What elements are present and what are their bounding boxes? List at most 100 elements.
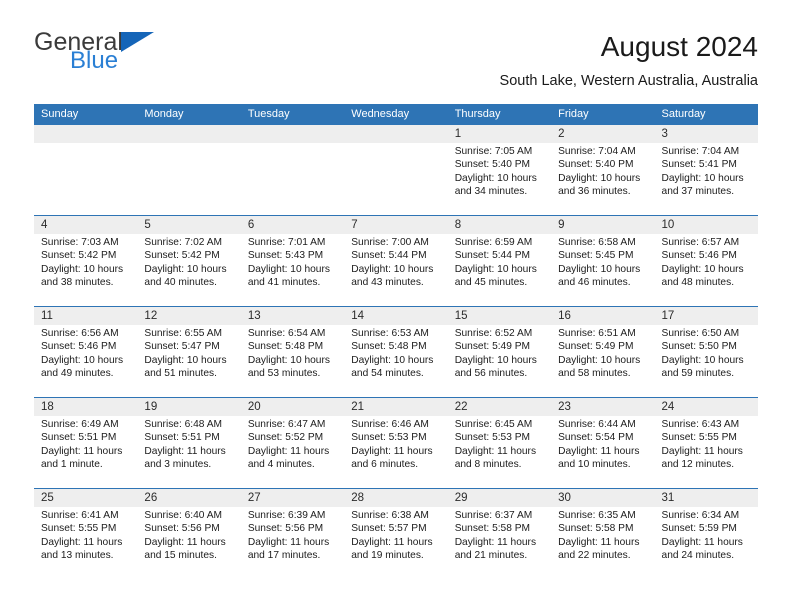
daylight-duration-line1: Daylight: 10 hours	[351, 354, 434, 366]
calendar-day-cell[interactable]: 3 Sunrise: 7:04 AM Sunset: 5:41 PM Daylight…	[655, 125, 758, 215]
calendar-day-cell[interactable]: 16 Sunrise: 6:51 AM Sunset: 5:49 PM Dayligh…	[551, 307, 654, 397]
day-details: Sunrise: 6:47 AM Sunset: 5:52 PM Daylight:…	[248, 418, 338, 472]
day-details: Sunrise: 6:54 AM Sunset: 5:48 PM Daylight:…	[248, 327, 338, 381]
sunset-time: Sunset: 5:40 PM	[454, 159, 531, 171]
weekday-header-saturday: Saturday	[661, 108, 706, 120]
calendar-day-cell[interactable]: 4 Sunrise: 7:03 AM Sunset: 5:42 PM Daylight…	[34, 216, 137, 306]
calendar-day-cell[interactable]: 24 Sunrise: 6:43 AM Sunset: 5:55 PM Dayligh…	[655, 398, 758, 488]
calendar-day-cell[interactable]: 9 Sunrise: 6:58 AM Sunset: 5:45 PM Daylight…	[551, 216, 654, 306]
calendar-week-row: 1 Sunrise: 7:05 AM Sunset: 5:40 PM Daylight…	[34, 125, 758, 215]
calendar-day-cell[interactable]: 17 Sunrise: 6:50 AM Sunset: 5:50 PM Dayligh…	[655, 307, 758, 397]
sunset-time: Sunset: 5:57 PM	[351, 523, 427, 535]
general-blue-logo[interactable]: General Blue	[34, 30, 234, 86]
daylight-duration-line1: Daylight: 10 hours	[558, 172, 641, 184]
day-details: Sunrise: 6:49 AM Sunset: 5:51 PM Daylight:…	[41, 418, 131, 472]
sunrise-time: Sunrise: 6:38 AM	[351, 510, 429, 521]
sunrise-time: Sunrise: 6:53 AM	[351, 328, 429, 339]
day-number: 23	[558, 401, 571, 413]
daylight-duration-line2: and 34 minutes.	[454, 186, 528, 198]
calendar-day-cell[interactable]: 14 Sunrise: 6:53 AM Sunset: 5:48 PM Dayligh…	[344, 307, 447, 397]
calendar-day-cell[interactable]: 13 Sunrise: 6:54 AM Sunset: 5:48 PM Dayligh…	[241, 307, 344, 397]
calendar-day-cell[interactable]: 25 Sunrise: 6:41 AM Sunset: 5:55 PM Dayligh…	[34, 489, 137, 581]
day-number: 8	[454, 219, 462, 231]
calendar-day-cell[interactable]: 2 Sunrise: 7:04 AM Sunset: 5:40 PM Daylight…	[551, 125, 654, 215]
calendar-day-cell[interactable]: 26 Sunrise: 6:40 AM Sunset: 5:56 PM Dayligh…	[137, 489, 240, 581]
day-number: 15	[454, 310, 468, 322]
calendar-day-cell[interactable]: 18 Sunrise: 6:49 AM Sunset: 5:51 PM Dayligh…	[34, 398, 137, 488]
calendar-day-cell[interactable]: 12 Sunrise: 6:55 AM Sunset: 5:47 PM Dayligh…	[137, 307, 240, 397]
day-details: Sunrise: 6:55 AM Sunset: 5:47 PM Daylight:…	[144, 327, 234, 381]
weekday-header-tuesday: Tuesday	[247, 108, 290, 120]
day-number: 2	[558, 128, 565, 140]
day-details: Sunrise: 6:59 AM Sunset: 5:44 PM Daylight:…	[455, 236, 545, 290]
sunrise-time: Sunrise: 6:57 AM	[661, 237, 740, 248]
calendar-day-cell[interactable]: 23 Sunrise: 6:44 AM Sunset: 5:54 PM Dayligh…	[551, 398, 654, 488]
sunset-time: Sunset: 5:53 PM	[454, 432, 531, 444]
calendar-day-cell[interactable]: 29 Sunrise: 6:37 AM Sunset: 5:58 PM Dayligh…	[448, 489, 551, 581]
calendar-day-cell[interactable]: 7 Sunrise: 7:00 AM Sunset: 5:44 PM Daylight…	[344, 216, 447, 306]
sunset-time: Sunset: 5:52 PM	[247, 432, 324, 444]
sunset-time: Sunset: 5:46 PM	[41, 341, 117, 353]
day-number: 20	[247, 401, 261, 413]
daylight-duration-line1: Daylight: 11 hours	[144, 536, 226, 548]
calendar-day-cell[interactable]: 31 Sunrise: 6:34 AM Sunset: 5:59 PM Dayligh…	[655, 489, 758, 581]
calendar-day-cell[interactable]: 1 Sunrise: 7:05 AM Sunset: 5:40 PM Daylight…	[448, 125, 551, 215]
day-number: 29	[454, 492, 468, 504]
daylight-duration-line1: Daylight: 10 hours	[144, 263, 227, 275]
sunrise-time: Sunrise: 6:39 AM	[247, 510, 326, 521]
calendar-day-cell[interactable]: 20 Sunrise: 6:47 AM Sunset: 5:52 PM Dayligh…	[241, 398, 344, 488]
calendar-week-row: 4 Sunrise: 7:03 AM Sunset: 5:42 PM Daylight…	[34, 215, 758, 306]
day-number: 31	[661, 492, 675, 504]
calendar-day-cell[interactable]: 27 Sunrise: 6:39 AM Sunset: 5:56 PM Dayligh…	[241, 489, 344, 581]
sunset-time: Sunset: 5:55 PM	[41, 523, 117, 535]
sunrise-time: Sunrise: 7:05 AM	[454, 146, 533, 157]
daylight-duration-line2: and 40 minutes.	[144, 277, 217, 289]
day-details: Sunrise: 6:37 AM Sunset: 5:58 PM Daylight:…	[455, 509, 545, 563]
day-details: Sunrise: 6:50 AM Sunset: 5:50 PM Daylight:…	[662, 327, 752, 381]
daylight-duration-line2: and 3 minutes.	[144, 459, 212, 471]
calendar-day-cell[interactable]: 6 Sunrise: 7:01 AM Sunset: 5:43 PM Daylight…	[241, 216, 344, 306]
daylight-duration-line1: Daylight: 11 hours	[661, 536, 743, 548]
calendar-day-cell[interactable]: 11 Sunrise: 6:56 AM Sunset: 5:46 PM Dayligh…	[34, 307, 137, 397]
sunset-time: Sunset: 5:41 PM	[661, 159, 737, 171]
daylight-duration-line2: and 4 minutes.	[247, 459, 315, 471]
daylight-duration-line1: Daylight: 10 hours	[144, 354, 227, 366]
day-number: 27	[247, 492, 261, 504]
weekday-header-thursday: Thursday	[454, 108, 501, 120]
daylight-duration-line1: Daylight: 11 hours	[558, 445, 640, 457]
day-number: 10	[661, 219, 675, 231]
calendar-day-cell[interactable]: 15 Sunrise: 6:52 AM Sunset: 5:49 PM Dayligh…	[448, 307, 551, 397]
calendar-day-cell[interactable]: 19 Sunrise: 6:48 AM Sunset: 5:51 PM Dayligh…	[137, 398, 240, 488]
calendar-week-cells: 4 Sunrise: 7:03 AM Sunset: 5:42 PM Daylight…	[34, 216, 758, 306]
calendar-day-cell[interactable]: 8 Sunrise: 6:59 AM Sunset: 5:44 PM Daylight…	[448, 216, 551, 306]
calendar-day-cell[interactable]: 10 Sunrise: 6:57 AM Sunset: 5:46 PM Dayligh…	[655, 216, 758, 306]
weekday-header-monday: Monday	[144, 108, 184, 120]
day-details: Sunrise: 6:39 AM Sunset: 5:56 PM Daylight:…	[248, 509, 338, 563]
sunset-time: Sunset: 5:55 PM	[661, 432, 737, 444]
sunset-time: Sunset: 5:51 PM	[144, 432, 220, 444]
sunset-time: Sunset: 5:58 PM	[558, 523, 634, 535]
calendar-day-cell-empty	[344, 125, 447, 215]
calendar-week-cells: 18 Sunrise: 6:49 AM Sunset: 5:51 PM Dayligh…	[34, 398, 758, 488]
daylight-duration-line1: Daylight: 11 hours	[247, 445, 330, 457]
day-details: Sunrise: 7:01 AM Sunset: 5:43 PM Daylight:…	[248, 236, 338, 290]
daylight-duration-line1: Daylight: 10 hours	[41, 263, 124, 275]
daylight-duration-line1: Daylight: 10 hours	[351, 263, 434, 275]
calendar-day-cell[interactable]: 28 Sunrise: 6:38 AM Sunset: 5:57 PM Dayligh…	[344, 489, 447, 581]
daylight-duration-line2: and 54 minutes.	[351, 368, 424, 380]
calendar-day-cell[interactable]: 22 Sunrise: 6:45 AM Sunset: 5:53 PM Dayligh…	[448, 398, 551, 488]
calendar-day-cell[interactable]: 30 Sunrise: 6:35 AM Sunset: 5:58 PM Dayligh…	[551, 489, 654, 581]
sunrise-time: Sunrise: 7:04 AM	[558, 146, 636, 157]
daylight-duration-line2: and 22 minutes.	[558, 550, 631, 562]
calendar-day-cell-empty	[241, 125, 344, 215]
sunset-time: Sunset: 5:59 PM	[661, 523, 737, 535]
calendar-day-cell[interactable]: 5 Sunrise: 7:02 AM Sunset: 5:42 PM Daylight…	[137, 216, 240, 306]
day-number: 9	[558, 219, 565, 231]
day-details: Sunrise: 6:51 AM Sunset: 5:49 PM Daylight:…	[558, 327, 648, 381]
sunset-time: Sunset: 5:53 PM	[351, 432, 427, 444]
sunrise-time: Sunrise: 7:04 AM	[661, 146, 740, 157]
day-details: Sunrise: 6:48 AM Sunset: 5:51 PM Daylight:…	[144, 418, 234, 472]
sunrise-time: Sunrise: 7:02 AM	[144, 237, 223, 248]
daylight-duration-line1: Daylight: 11 hours	[144, 445, 226, 457]
calendar-day-cell[interactable]: 21 Sunrise: 6:46 AM Sunset: 5:53 PM Dayligh…	[344, 398, 447, 488]
